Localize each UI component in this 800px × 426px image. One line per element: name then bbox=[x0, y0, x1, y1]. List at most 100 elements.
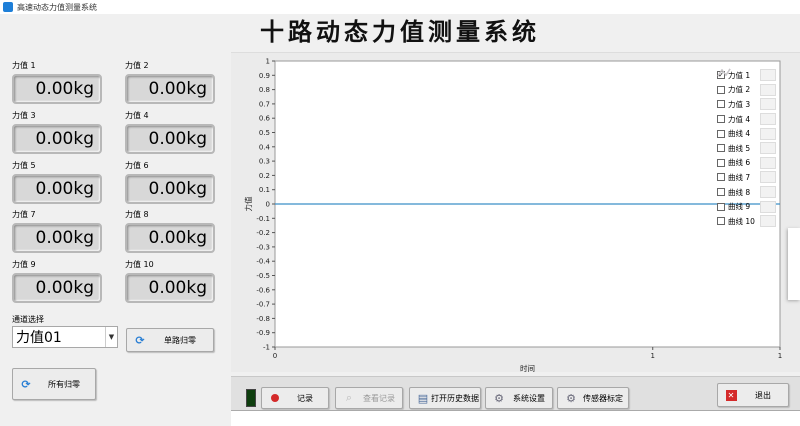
y-tick-label: -0.5 bbox=[256, 272, 270, 280]
single-zero-button[interactable]: ⟳ 单路归零 bbox=[126, 328, 214, 352]
app-icon bbox=[3, 2, 13, 12]
y-tick-label: -0.1 bbox=[256, 215, 270, 223]
window-titlebar: 高速动态力值测量系统 bbox=[0, 0, 800, 14]
gauge-4: 力值 4 0.00kg bbox=[125, 110, 220, 154]
gauge-value: 0.00kg bbox=[12, 124, 102, 154]
gauge-value: 0.00kg bbox=[125, 174, 215, 204]
y-tick-label: 0.7 bbox=[259, 100, 270, 108]
legend-item[interactable]: 曲线 6 bbox=[717, 68, 777, 171]
gear-icon: ⚙ bbox=[494, 391, 504, 405]
page-title: 十路动态力值测量系统 bbox=[260, 18, 540, 46]
legend-label: 力值 3 bbox=[728, 99, 751, 109]
sensor-calibration-button[interactable]: ⚙ 传感器标定 bbox=[557, 387, 629, 409]
x-axis-label: 时间 bbox=[520, 363, 535, 373]
open-history-button[interactable]: ▤ 打开历史数据 bbox=[409, 387, 481, 409]
channel-select[interactable]: 力值01 ▼ bbox=[12, 326, 118, 348]
record-button[interactable]: 记录 bbox=[261, 387, 329, 409]
y-tick-label: -0.3 bbox=[256, 243, 270, 251]
gauge-2: 力值 2 0.00kg bbox=[125, 60, 220, 104]
legend-swatch bbox=[717, 68, 776, 111]
y-tick-label: 0.6 bbox=[259, 115, 271, 123]
gauge-10: 力值 10 0.00kg bbox=[125, 259, 220, 303]
channel-select-label: 通道选择 bbox=[12, 315, 44, 324]
legend-checkbox[interactable] bbox=[717, 144, 725, 153]
gauge-label: 力值 5 bbox=[12, 161, 36, 170]
y-tick-label: 0.1 bbox=[259, 186, 270, 194]
force-chart: 1 0.9 0.8 0.7 0.6 0.5 0.4 0.3 0.2 0.1 0 -0.1 -0.2 -0.… bbox=[243, 58, 782, 374]
legend-checkbox[interactable] bbox=[717, 115, 725, 124]
gear-icon: ⚙ bbox=[566, 391, 576, 405]
gauge-label: 力值 7 bbox=[12, 210, 36, 219]
all-zero-label: 所有归零 bbox=[48, 379, 80, 389]
legend-swatch bbox=[717, 68, 776, 184]
legend-swatch bbox=[717, 68, 776, 140]
status-led bbox=[246, 389, 256, 407]
legend-checkbox[interactable] bbox=[717, 202, 725, 211]
refresh-icon: ⟳ bbox=[21, 377, 31, 391]
gauge-1: 力值 1 0.00kg bbox=[12, 60, 107, 104]
y-tick-label: 0.2 bbox=[259, 172, 270, 180]
legend-checkbox[interactable] bbox=[717, 100, 725, 109]
legend-checkbox[interactable] bbox=[717, 217, 725, 226]
gauge-value: 0.00kg bbox=[125, 74, 215, 104]
gauge-value: 0.00kg bbox=[12, 223, 102, 253]
y-tick-label: 1 bbox=[266, 58, 270, 66]
all-zero-button[interactable]: ⟳ 所有归零 bbox=[12, 368, 96, 400]
search-icon: ⌕ bbox=[345, 391, 353, 404]
legend-checkbox[interactable] bbox=[717, 129, 725, 138]
legend-item[interactable]: 力值 2 bbox=[717, 68, 777, 98]
legend-checkbox[interactable] bbox=[717, 158, 725, 167]
system-settings-button[interactable]: ⚙ 系统设置 bbox=[485, 387, 553, 409]
x-tick-label: 1 bbox=[778, 352, 782, 360]
gauge-value: 0.00kg bbox=[125, 223, 215, 253]
y-tick-label: -0.4 bbox=[256, 258, 270, 266]
view-record-button[interactable]: ⌕ 查看记录 bbox=[335, 387, 403, 409]
legend-item[interactable]: 曲线 8 bbox=[717, 68, 777, 200]
gauge-label: 力值 9 bbox=[12, 260, 36, 269]
legend-item[interactable]: 曲线 7 bbox=[717, 68, 777, 185]
single-zero-label: 单路归零 bbox=[164, 335, 196, 345]
legend-item[interactable]: 力值 3 bbox=[717, 68, 777, 112]
legend-item[interactable]: 曲线 9 bbox=[717, 68, 777, 214]
legend-label: 力值 2 bbox=[728, 85, 751, 95]
legend-label: 曲线 10 bbox=[728, 216, 755, 226]
gauge-label: 力值 4 bbox=[125, 111, 149, 120]
gauge-value: 0.00kg bbox=[12, 174, 102, 204]
gauge-3: 力值 3 0.00kg bbox=[12, 110, 107, 154]
gauge-label: 力值 1 bbox=[12, 61, 36, 70]
system-settings-label: 系统设置 bbox=[513, 393, 545, 403]
legend-swatch bbox=[717, 68, 776, 126]
legend-swatch bbox=[717, 68, 776, 228]
gauge-label: 力值 8 bbox=[125, 210, 149, 219]
y-tick-label: -1 bbox=[263, 344, 270, 352]
exit-label: 退出 bbox=[755, 390, 771, 400]
gauge-5: 力值 5 0.00kg bbox=[12, 160, 107, 204]
y-tick-label: -0.6 bbox=[256, 286, 270, 294]
legend-item[interactable]: 曲线 10 bbox=[717, 68, 777, 229]
y-tick-label: -0.9 bbox=[256, 329, 270, 337]
y-tick-label: -0.2 bbox=[256, 229, 270, 237]
chevron-down-icon[interactable]: ▼ bbox=[105, 327, 117, 347]
legend-label: 曲线 9 bbox=[728, 202, 751, 212]
channel-select-value: 力值01 bbox=[16, 330, 62, 346]
legend-checkbox[interactable] bbox=[717, 173, 725, 182]
legend-swatch bbox=[717, 68, 776, 96]
legend-item[interactable]: 力值 4 bbox=[717, 68, 777, 127]
exit-button[interactable]: ✕ 退出 bbox=[717, 383, 789, 407]
y-tick-label: -0.7 bbox=[256, 301, 270, 309]
legend-item[interactable]: 曲线 4 bbox=[717, 68, 777, 141]
y-tick-label: 0.5 bbox=[259, 129, 270, 137]
legend-item[interactable]: 曲线 5 bbox=[717, 68, 777, 156]
gauge-label: 力值 6 bbox=[125, 161, 149, 170]
gauge-label: 力值 10 bbox=[125, 260, 154, 269]
legend-checkbox[interactable] bbox=[717, 188, 725, 197]
gauge-panel: 力值 1 0.00kg 力值 2 0.00kg 力值 3 0.00kg 力值 4… bbox=[0, 52, 230, 426]
y-tick-label: 0.3 bbox=[259, 158, 270, 166]
legend-checkbox[interactable] bbox=[717, 85, 725, 94]
status-area bbox=[231, 410, 800, 426]
y-tick-label: -0.8 bbox=[256, 315, 270, 323]
close-icon: ✕ bbox=[724, 388, 738, 402]
chart-legend: ✓ 力值 1 力值 2 力值 3 力值 4 曲线 4 曲线 5 曲线 6 曲线 7 曲线 8 曲线 … bbox=[717, 68, 777, 229]
gauge-label: 力值 3 bbox=[12, 111, 36, 120]
y-tick-label: 0.9 bbox=[259, 72, 270, 80]
